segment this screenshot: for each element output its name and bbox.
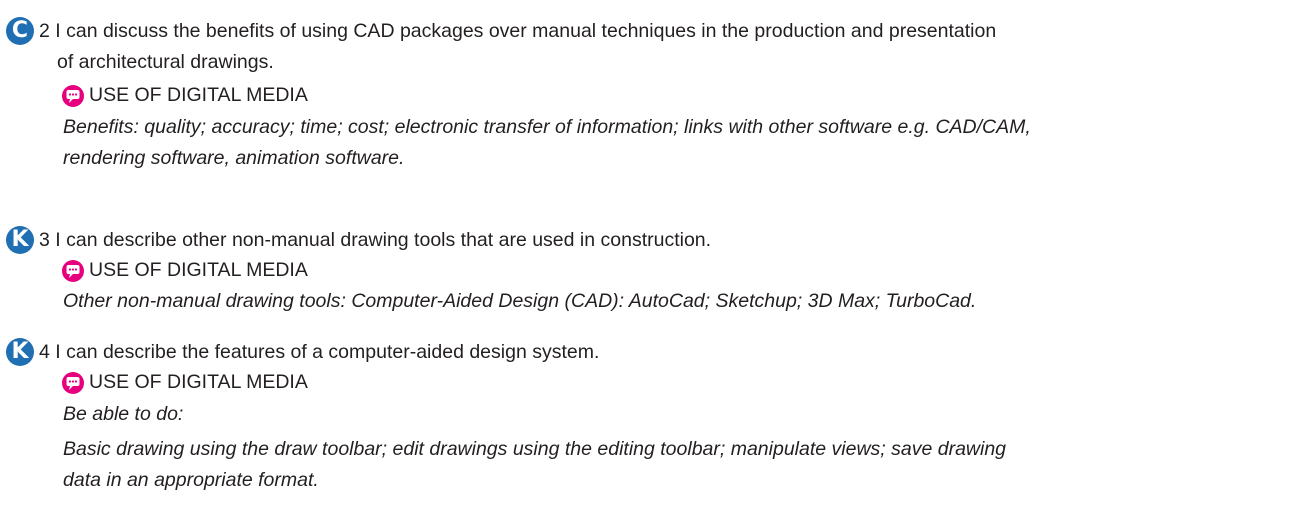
outcome-note: data in an appropriate format. — [63, 469, 319, 491]
digital-media-label: USE OF DIGITAL MEDIA — [89, 84, 308, 106]
outcome-statement-cont: of architectural drawings. — [57, 51, 274, 73]
outcome-note: rendering software, animation software. — [63, 147, 405, 169]
outcome-note: Be able to do: — [63, 403, 184, 425]
digital-media-label: USE OF DIGITAL MEDIA — [89, 371, 308, 393]
digital-media-icon — [62, 372, 84, 394]
category-badge: C — [6, 17, 34, 45]
outcome-note: Other non-manual drawing tools: Computer… — [63, 290, 977, 312]
digital-media-label: USE OF DIGITAL MEDIA — [89, 259, 308, 281]
category-badge: K — [6, 338, 34, 366]
outcome-statement: 2 I can discuss the benefits of using CA… — [39, 20, 997, 42]
category-badge: K — [6, 226, 34, 254]
outcome-statement: 3 I can describe other non-manual drawin… — [39, 229, 712, 251]
digital-media-icon — [62, 260, 84, 282]
digital-media-icon — [62, 85, 84, 107]
outcome-note: Basic drawing using the draw toolbar; ed… — [63, 438, 1007, 460]
outcome-statement: 4 I can describe the features of a compu… — [39, 341, 600, 363]
outcome-note: Benefits: quality; accuracy; time; cost;… — [63, 116, 1031, 138]
